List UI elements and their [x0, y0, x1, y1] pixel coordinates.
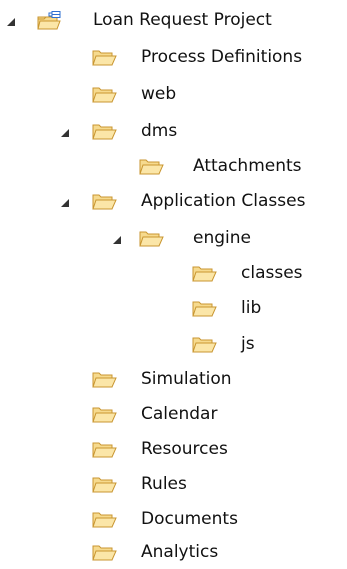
tree-item-documents[interactable]: Documents	[0, 502, 347, 536]
folder-icon	[92, 48, 118, 68]
folder-icon	[92, 543, 118, 563]
tree-item-label: js	[241, 334, 255, 354]
tree-item-label: Analytics	[141, 542, 219, 562]
tree-item-rules[interactable]: Rules	[0, 467, 347, 501]
project-tree: Loan Request Project Process Definitions…	[0, 0, 347, 567]
folder-icon	[92, 85, 118, 105]
folder-icon	[92, 475, 118, 495]
tree-item-engine[interactable]: engine	[0, 221, 347, 255]
tree-item-label: Attachments	[193, 156, 302, 176]
folder-icon	[92, 440, 118, 460]
folder-icon	[139, 229, 165, 249]
tree-item-label: Simulation	[141, 369, 232, 389]
expanded-triangle-icon[interactable]	[111, 234, 123, 246]
tree-item-label: Rules	[141, 474, 187, 494]
tree-item-analytics[interactable]: Analytics	[0, 535, 347, 569]
folder-icon	[92, 405, 118, 425]
folder-icon	[192, 335, 218, 355]
tree-item-simulation[interactable]: Simulation	[0, 362, 347, 396]
tree-item-application-classes[interactable]: Application Classes	[0, 184, 347, 218]
folder-icon	[92, 510, 118, 530]
tree-item-label: Application Classes	[141, 191, 306, 211]
tree-item-label: Resources	[141, 439, 228, 459]
tree-item-label: classes	[241, 263, 303, 283]
tree-item-attachments[interactable]: Attachments	[0, 149, 347, 183]
expanded-triangle-icon[interactable]	[5, 16, 17, 28]
folder-icon	[139, 157, 165, 177]
folder-icon	[192, 264, 218, 284]
folder-icon	[192, 299, 218, 319]
tree-item-label: Calendar	[141, 404, 218, 424]
folder-icon	[92, 370, 118, 390]
tree-item-lib[interactable]: lib	[0, 291, 347, 325]
tree-item-label: engine	[193, 228, 251, 248]
tree-item-dms[interactable]: dms	[0, 114, 347, 148]
tree-item-label: web	[141, 84, 177, 104]
tree-item-resources[interactable]: Resources	[0, 432, 347, 466]
tree-item-label: dms	[141, 121, 178, 141]
expanded-triangle-icon[interactable]	[59, 127, 71, 139]
expanded-triangle-icon[interactable]	[59, 197, 71, 209]
tree-item-classes[interactable]: classes	[0, 256, 347, 290]
tree-item-label: Documents	[141, 509, 238, 529]
folder-icon	[92, 192, 118, 212]
tree-item-label: lib	[241, 298, 262, 318]
tree-item-loan-request-project[interactable]: Loan Request Project	[0, 3, 347, 37]
project-folder-icon	[37, 11, 63, 31]
folder-icon	[92, 122, 118, 142]
tree-item-label: Process Definitions	[141, 47, 303, 67]
tree-item-label: Loan Request Project	[93, 10, 272, 30]
tree-item-calendar[interactable]: Calendar	[0, 397, 347, 431]
tree-item-process-definitions[interactable]: Process Definitions	[0, 40, 347, 74]
tree-item-web[interactable]: web	[0, 77, 347, 111]
tree-item-js[interactable]: js	[0, 327, 347, 361]
